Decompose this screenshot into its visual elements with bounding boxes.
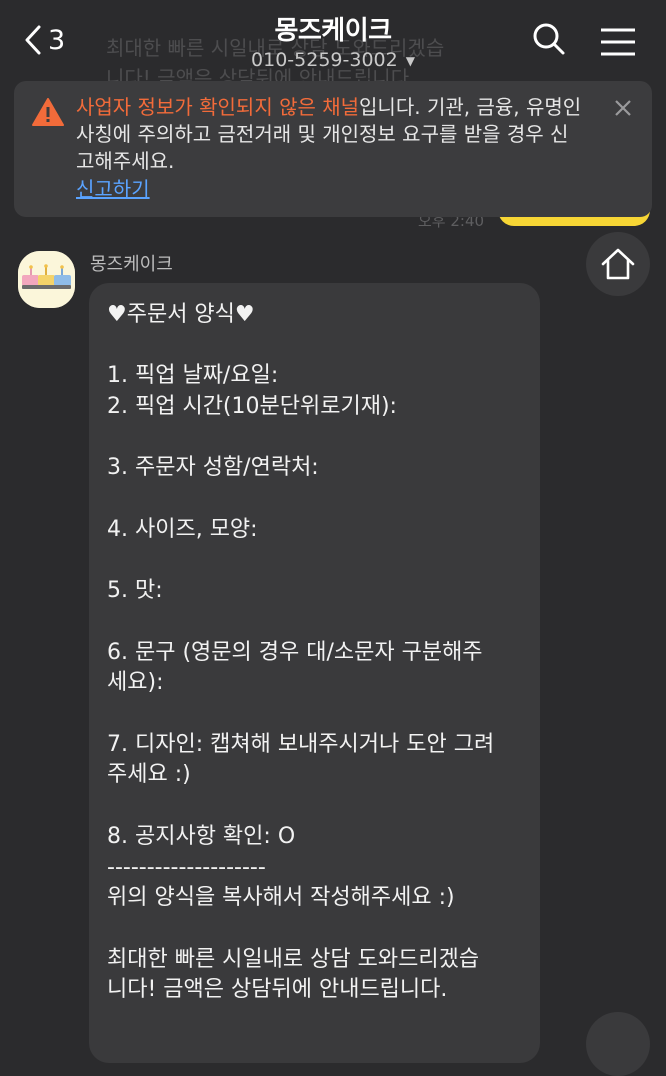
message-line: 최대한 빠른 시일내로 상담 도와드리겠습 xyxy=(107,946,480,972)
message-line: 위의 양식을 복사해서 작성해주세요 :) xyxy=(107,885,455,911)
chat-title-area[interactable]: 몽즈케이크 010-5259-3002 ▼ xyxy=(0,10,666,71)
home-button[interactable] xyxy=(586,232,650,296)
chat-subtitle: 010-5259-3002 ▼ xyxy=(0,49,666,71)
message-line xyxy=(107,423,526,454)
message-line xyxy=(107,331,526,362)
phone-number: 010-5259-3002 xyxy=(251,49,398,71)
message-line: 8. 공지사항 확인: O xyxy=(107,823,296,849)
close-icon[interactable] xyxy=(614,99,632,117)
message-line: 6. 문구 (영문의 경우 대/소문자 구분해주 xyxy=(107,639,483,665)
message-line xyxy=(107,607,526,638)
message-line: 7. 디자인: 캡쳐해 보내주시거나 도안 그려 xyxy=(107,731,495,757)
caret-down-icon: ▼ xyxy=(405,53,415,68)
sender-name: 몽즈케이크 xyxy=(90,254,173,275)
warning-text: 사업자 정보가 확인되지 않은 채널입니다. 기관, 금융, 유명인 사칭에 주… xyxy=(76,94,582,175)
message-line: 니다! 금액은 상담뒤에 안내드립니다. xyxy=(107,977,448,1003)
search-icon[interactable] xyxy=(532,22,566,56)
home-icon xyxy=(601,248,635,280)
message-line: 5. 맛: xyxy=(107,578,163,604)
report-link[interactable]: 신고하기 xyxy=(76,176,150,203)
message-line xyxy=(107,484,526,515)
menu-icon[interactable] xyxy=(600,28,636,56)
message-line xyxy=(107,699,526,730)
message-line xyxy=(107,914,526,945)
message-line: 3. 주문자 성함/연락처: xyxy=(107,455,319,481)
warning-icon xyxy=(32,98,64,126)
message-line xyxy=(107,546,526,577)
message-line: 1. 픽업 날짜/요일: xyxy=(107,363,279,389)
scroll-down-button[interactable] xyxy=(586,1012,650,1076)
warning-highlight: 사업자 정보가 확인되지 않은 채널 xyxy=(76,95,360,119)
message-line xyxy=(107,791,526,822)
message-line: -------------------- xyxy=(107,854,266,880)
avatar[interactable] xyxy=(18,251,75,308)
message-line: 주세요 :) xyxy=(107,762,191,788)
message-line: 세요): xyxy=(107,670,164,696)
message-line: 4. 사이즈, 모양: xyxy=(107,516,258,542)
cake-icon xyxy=(18,251,75,308)
message-line: 2. 픽업 시간(10분단위로기재): xyxy=(107,394,397,420)
chat-header: 3 몽즈케이크 010-5259-3002 ▼ xyxy=(0,0,666,86)
chat-title: 몽즈케이크 xyxy=(274,16,392,46)
unverified-channel-warning: 사업자 정보가 확인되지 않은 채널입니다. 기관, 금융, 유명인 사칭에 주… xyxy=(14,81,652,217)
message-line: ♥주문서 양식♥ xyxy=(107,302,255,327)
message-bubble[interactable]: ♥주문서 양식♥ 1. 픽업 날짜/요일: 2. 픽업 시간(10분단위로기재): 3… xyxy=(89,283,540,1063)
